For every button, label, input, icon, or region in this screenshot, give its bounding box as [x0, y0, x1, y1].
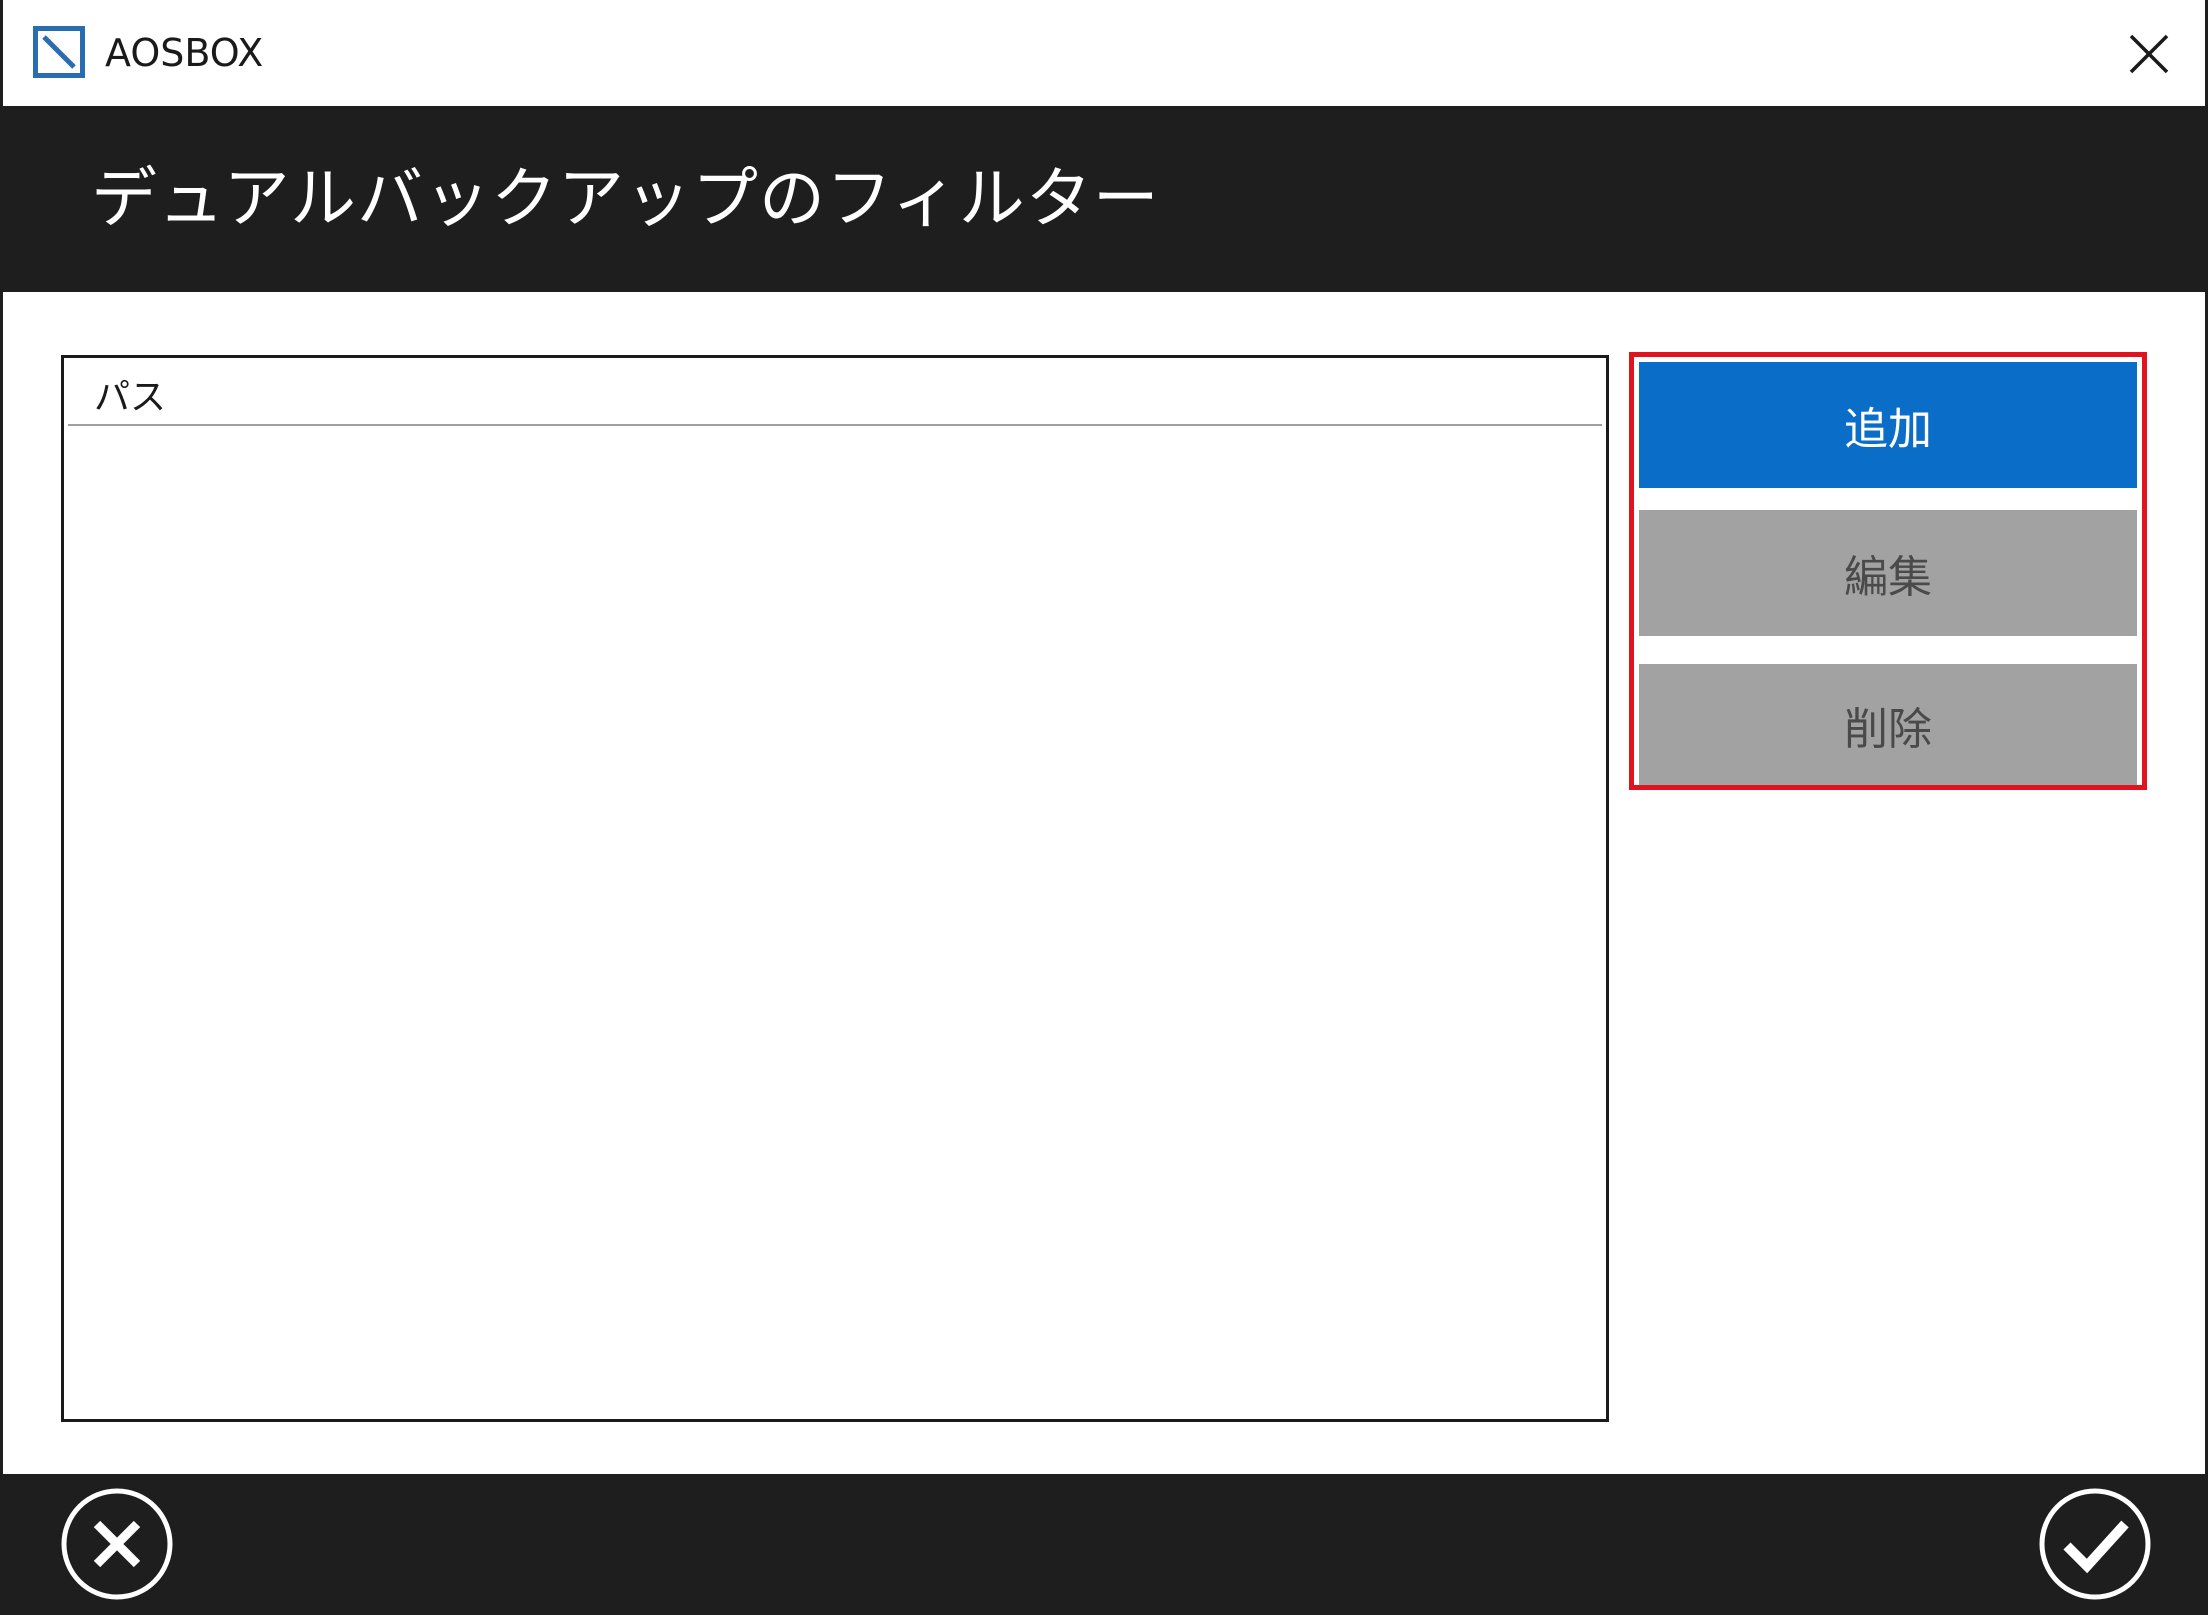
ok-button[interactable]: [2037, 1486, 2153, 1602]
delete-button[interactable]: 削除: [1639, 664, 2137, 785]
check-circle-icon: [2039, 1488, 2151, 1600]
edit-button[interactable]: 編集: [1639, 510, 2137, 636]
cancel-circle-icon: [61, 1488, 173, 1600]
page-title: デュアルバックアップのフィルター: [91, 160, 1160, 237]
app-title: AOSBOX: [105, 31, 264, 75]
footer-bar: [3, 1474, 2205, 1615]
add-button[interactable]: 追加: [1639, 362, 2137, 488]
list-body[interactable]: [68, 428, 1602, 1415]
title-bar: AOSBOX: [3, 0, 2205, 106]
header-band: デュアルバックアップのフィルター: [3, 106, 2205, 292]
close-icon: [2129, 34, 2169, 74]
close-button[interactable]: [2121, 26, 2177, 82]
column-header-path[interactable]: パス: [94, 376, 166, 420]
cancel-button[interactable]: [59, 1486, 175, 1602]
action-button-group: 追加 編集 削除: [1629, 352, 2147, 790]
filter-path-list[interactable]: パス: [61, 355, 1609, 1422]
aosbox-logo-icon: [33, 26, 85, 78]
list-header: パス: [68, 362, 1602, 426]
aosbox-logo-glyph: [42, 35, 76, 69]
dialog-window: AOSBOX デュアルバックアップのフィルター パス 追加 編集 削除: [0, 0, 2208, 1615]
